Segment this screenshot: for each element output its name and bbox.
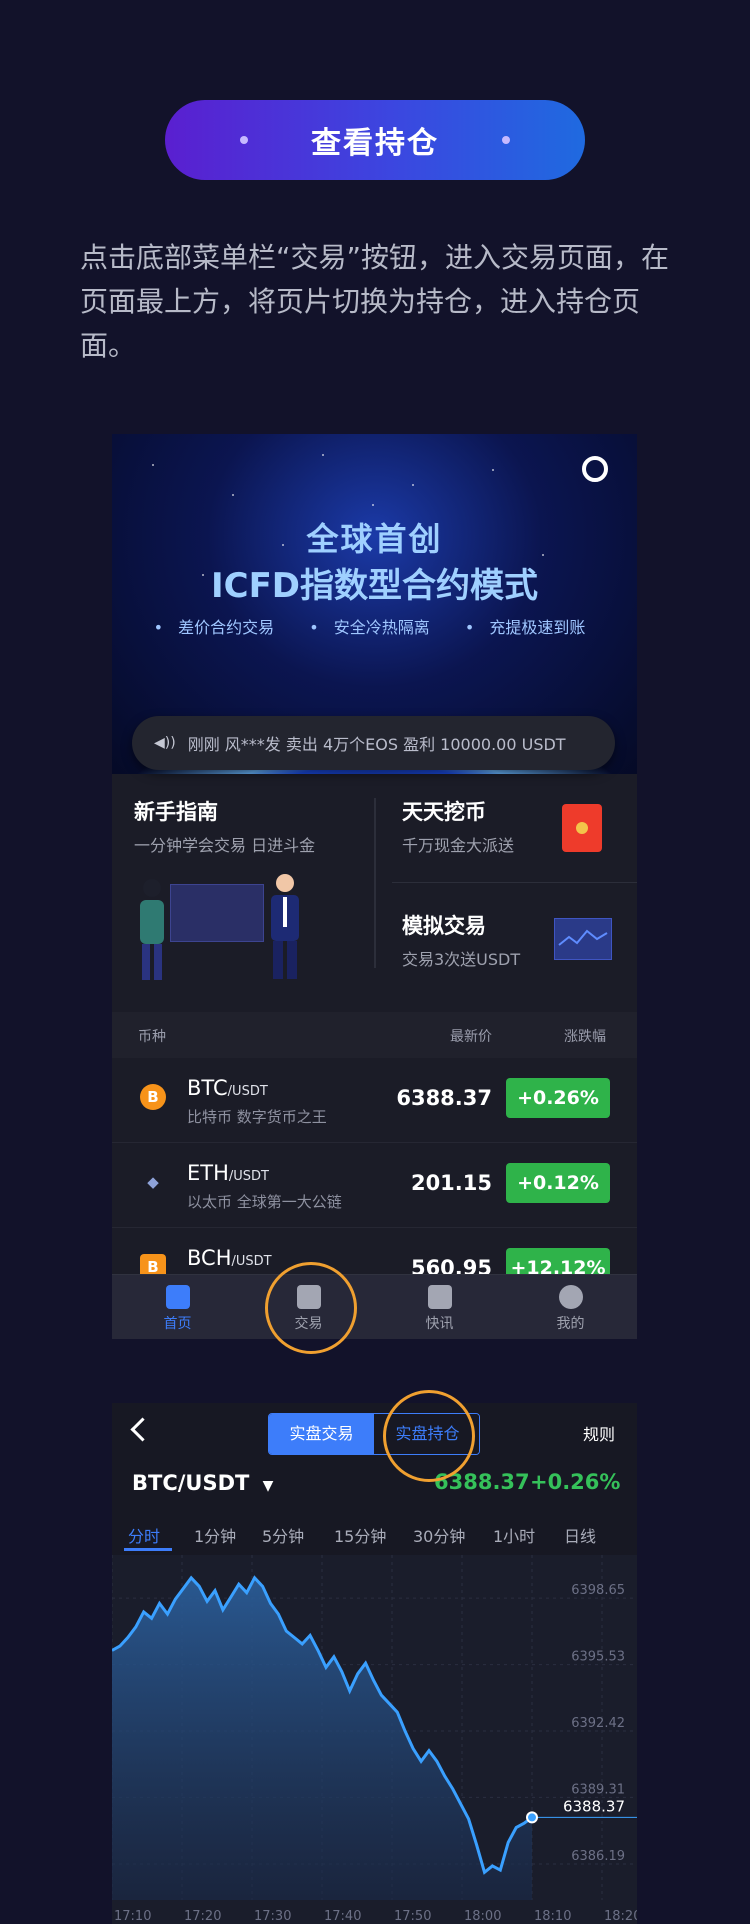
sim-trade-card[interactable]: 模拟交易 交易3次送USDT bbox=[402, 910, 520, 970]
guide-title: 新手指南 bbox=[134, 800, 218, 824]
speaker-icon: ◀)) bbox=[154, 735, 176, 751]
card-divider bbox=[392, 882, 637, 883]
x-tick-label: 17:20 bbox=[184, 1909, 221, 1924]
ticker-text: 刚刚 风***发 卖出 4万个EOS 盈利 10000.00 USDT bbox=[187, 735, 566, 754]
y-tick-label: 6389.31 bbox=[571, 1782, 625, 1797]
y-tick-label: 6398.65 bbox=[571, 1583, 625, 1598]
customer-service-icon[interactable] bbox=[582, 456, 608, 482]
tab-news[interactable]: 快讯 bbox=[374, 1275, 505, 1339]
header-coin: 币种 bbox=[138, 1029, 166, 1045]
segment-real-trade[interactable]: 实盘交易 bbox=[269, 1414, 374, 1454]
coin-symbol: BTC/USDT bbox=[187, 1076, 268, 1100]
user-icon bbox=[558, 1285, 583, 1309]
highlight-ring-trade-tab bbox=[265, 1262, 357, 1354]
banner-features: • 差价合约交易 • 安全冷热隔离 • 充提极速到账 bbox=[112, 614, 637, 638]
mining-title: 天天挖币 bbox=[402, 800, 486, 824]
banner-feature: • 安全冷热隔离 bbox=[309, 618, 430, 637]
banner-feature: • 差价合约交易 bbox=[153, 618, 275, 637]
eth-icon: ◆ bbox=[147, 1173, 159, 1191]
pair-change: +0.26% bbox=[530, 1470, 621, 1494]
current-price-label: 6388.37 bbox=[563, 1797, 625, 1815]
intro-text: 点击底部菜单栏“交易”按钮，进入交易页面，在页面最上方，将页片切换为持仓，进入持… bbox=[80, 241, 670, 362]
section-title-pill: 查看持仓 bbox=[165, 100, 585, 180]
header-price: 最新价 bbox=[450, 1029, 492, 1045]
presentation-board-illustration bbox=[170, 884, 264, 942]
trend-chart-icon bbox=[554, 918, 612, 960]
trade-screen: 实盘交易 实盘持仓 规则 BTC/USDT ▼ 6388.37 +0.26% 分… bbox=[112, 1403, 637, 1924]
x-tick-label: 18:10 bbox=[534, 1909, 571, 1924]
pill-dot-left bbox=[240, 136, 248, 144]
price-chart-svg: 6398.65 6395.53 6392.42 6389.31 6386.19 6388.… bbox=[112, 1555, 637, 1924]
current-price-dot bbox=[526, 1811, 538, 1824]
interval-tab[interactable]: 30分钟 bbox=[413, 1523, 465, 1547]
x-tick-label: 17:10 bbox=[114, 1909, 151, 1924]
sim-trade-title: 模拟交易 bbox=[402, 914, 486, 938]
x-tick-label: 17:30 bbox=[254, 1909, 291, 1924]
btc-icon: B bbox=[140, 1084, 166, 1110]
coin-price: 201.15 bbox=[410, 1171, 492, 1195]
coin-desc: 比特币 数字货币之王 bbox=[187, 1108, 327, 1126]
market-row[interactable]: ◆ ETH/USDT 以太币 全球第一大公链 201.15 +0.12% bbox=[112, 1143, 637, 1228]
price-chart[interactable]: 6398.65 6395.53 6392.42 6389.31 6386.19 6388.… bbox=[112, 1555, 637, 1924]
pair-selector[interactable]: BTC/USDT ▼ bbox=[132, 1471, 273, 1495]
person-illustration-right bbox=[271, 874, 299, 979]
banner-title-line1: 全球首创 bbox=[306, 520, 443, 558]
pill-dot-right bbox=[502, 136, 510, 144]
interval-tab[interactable]: 1分钟 bbox=[194, 1523, 236, 1547]
interval-tab[interactable]: 日线 bbox=[564, 1523, 596, 1547]
coin-desc: 以太币 全球第一大公链 bbox=[187, 1193, 342, 1211]
y-tick-label: 6392.42 bbox=[571, 1716, 625, 1731]
interval-tab[interactable]: 5分钟 bbox=[262, 1523, 304, 1547]
back-icon[interactable] bbox=[130, 1417, 155, 1442]
tab-home[interactable]: 首页 bbox=[112, 1275, 243, 1339]
home-screen: 全球首创 ICFD指数型合约模式 • 差价合约交易 • 安全冷热隔离 • 充提极… bbox=[112, 434, 637, 1339]
interval-tabs: 分时 1分钟 5分钟 15分钟 30分钟 1小时 日线 bbox=[112, 1515, 637, 1556]
x-tick-label: 18:20 bbox=[604, 1909, 637, 1924]
trade-ticker[interactable]: ◀)) 刚刚 风***发 卖出 4万个EOS 盈利 10000.00 USDT bbox=[132, 716, 615, 770]
guide-subtitle: 一分钟学会交易 日进斗金 bbox=[134, 836, 316, 855]
coin-price: 6388.37 bbox=[396, 1086, 492, 1110]
y-tick-label: 6386.19 bbox=[571, 1849, 625, 1864]
chevron-down-icon: ▼ bbox=[262, 1478, 274, 1494]
bottom-tab-bar: 首页 交易 快讯 我的 bbox=[112, 1274, 637, 1339]
active-interval-indicator bbox=[124, 1548, 172, 1551]
coin-change-badge: +0.26% bbox=[506, 1078, 610, 1118]
x-tick-label: 18:00 bbox=[464, 1909, 501, 1924]
y-tick-label: 6395.53 bbox=[571, 1650, 625, 1665]
interval-tab[interactable]: 分时 bbox=[128, 1523, 160, 1547]
header-change: 涨跌幅 bbox=[564, 1029, 606, 1045]
tab-mine[interactable]: 我的 bbox=[505, 1275, 636, 1339]
rules-link[interactable]: 规则 bbox=[583, 1421, 615, 1445]
market-row[interactable]: B BTC/USDT 比特币 数字货币之王 6388.37 +0.26% bbox=[112, 1058, 637, 1143]
mining-card[interactable]: 天天挖币 千万现金大派送 bbox=[402, 796, 514, 856]
x-tick-label: 17:40 bbox=[324, 1909, 361, 1924]
guide-card[interactable]: 新手指南 一分钟学会交易 日进斗金 bbox=[134, 796, 315, 856]
coin-symbol: BCH/USDT bbox=[187, 1246, 272, 1270]
news-icon bbox=[427, 1285, 452, 1309]
x-tick-label: 17:50 bbox=[394, 1909, 431, 1924]
banner-feature: • 充提极速到账 bbox=[464, 618, 586, 637]
interval-tab[interactable]: 15分钟 bbox=[334, 1523, 386, 1547]
home-icon bbox=[165, 1285, 190, 1309]
person-illustration-left bbox=[140, 879, 164, 980]
market-list-header: 币种 最新价 涨跌幅 bbox=[112, 1012, 637, 1058]
interval-tab[interactable]: 1小时 bbox=[493, 1523, 535, 1547]
coin-change-badge: +0.12% bbox=[506, 1163, 610, 1203]
section-title: 查看持仓 bbox=[311, 126, 439, 161]
card-divider bbox=[374, 798, 376, 968]
mining-subtitle: 千万现金大派送 bbox=[402, 836, 515, 855]
coin-symbol: ETH/USDT bbox=[187, 1161, 269, 1185]
sim-trade-subtitle: 交易3次送USDT bbox=[402, 950, 521, 969]
red-packet-icon bbox=[562, 804, 602, 852]
highlight-ring-position-tab bbox=[383, 1390, 475, 1482]
banner-title-line2: ICFD指数型合约模式 bbox=[210, 566, 539, 606]
